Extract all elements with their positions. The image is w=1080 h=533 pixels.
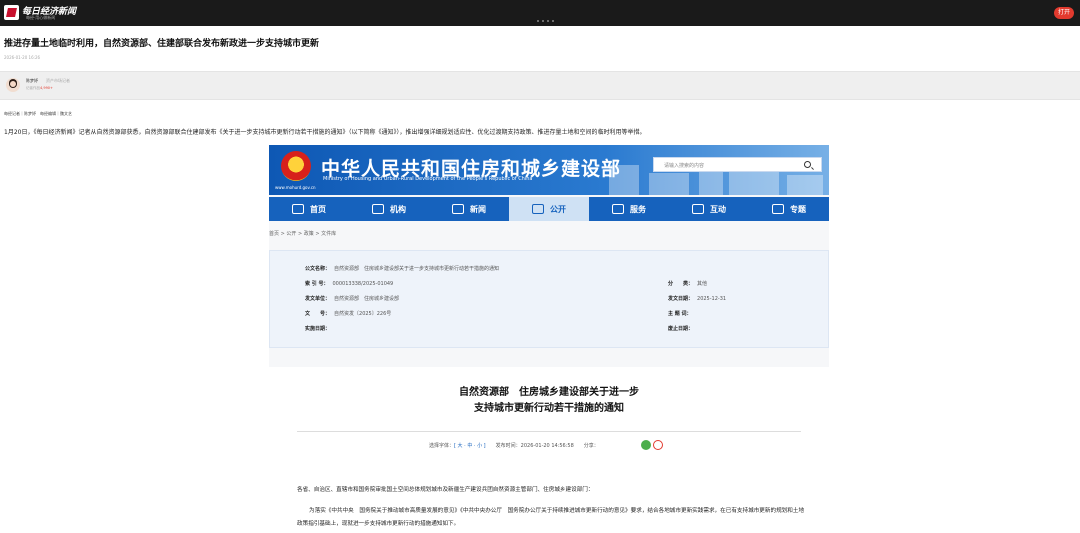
site-title-en: Ministry of Housing and Urban-Rural Deve… bbox=[323, 176, 533, 182]
article-lead: 1月20日，《每日经济新闻》记者从自然资源部获悉，自然资源部联合住建部发布《关于… bbox=[4, 129, 646, 136]
author-avatar[interactable] bbox=[6, 78, 20, 92]
site-url: www.mohurd.gov.cn bbox=[275, 185, 316, 190]
meta-issue-date: 发文日期： 2025-12-31 bbox=[668, 296, 727, 302]
service-icon bbox=[612, 204, 624, 214]
meta-index: 索 引 号： 000013338/2025-01049 bbox=[305, 281, 394, 287]
meta-issuer: 发文单位： 自然资源部 住房城乡建设部 bbox=[305, 296, 400, 302]
document-toolbar: 选择字体：[ 大 · 中 · 小 ] 发布时间：2026-01-20 14:56… bbox=[429, 443, 599, 449]
document-icon bbox=[532, 204, 544, 214]
building-icon bbox=[372, 204, 384, 214]
gov-site-banner: 中华人民共和国住房和城乡建设部 Ministry of Housing and … bbox=[269, 145, 829, 195]
nav-service[interactable]: 服务 bbox=[589, 197, 669, 221]
article-datetime: 2026-01-20 16:26 bbox=[4, 55, 41, 60]
page-indicator bbox=[537, 20, 554, 22]
newspaper-icon bbox=[452, 204, 464, 214]
meta-effective: 实施日期： bbox=[305, 326, 331, 332]
author-stat-count: 4,990+ bbox=[40, 86, 53, 90]
meta-number: 文 号： 自然资发〔2025〕226号 bbox=[305, 311, 392, 317]
author-name[interactable]: 陈梦妤 bbox=[26, 78, 38, 84]
nav-topic[interactable]: 专题 bbox=[749, 197, 829, 221]
article-credits: 每经记者｜陈梦妤 每经编辑｜魏文艺 bbox=[4, 111, 72, 116]
search-icon[interactable] bbox=[804, 161, 811, 168]
open-app-button[interactable]: 打开 bbox=[1054, 7, 1074, 19]
weibo-share-icon[interactable] bbox=[653, 440, 663, 450]
meta-category: 分 类： 其他 bbox=[668, 281, 708, 287]
author-stats: 记者作品4,990+ bbox=[26, 86, 53, 90]
article-title: 推进存量土地临时利用，自然资源部、住建部联合发布新政进一步支持城市更新 bbox=[4, 39, 320, 49]
document-metadata: 公文名称： 自然资源部 住房城乡建设部关于进一步支持城市更新行动若干措施的通知 索… bbox=[269, 250, 829, 348]
nav-home[interactable]: 首页 bbox=[269, 197, 349, 221]
font-size-switch[interactable]: [ 大 · 中 · 小 ] bbox=[454, 443, 486, 449]
document-title: 自然资源部 住房城乡建设部关于进一步 支持城市更新行动若干措施的通知 bbox=[459, 387, 639, 414]
meta-topic: 主 题 词： bbox=[668, 311, 692, 317]
wechat-share-icon[interactable] bbox=[641, 440, 651, 450]
search-placeholder: 请输入搜索的内容 bbox=[664, 163, 705, 169]
site-nav: 首页 机构 新闻 公开 服务 互动 专题 bbox=[269, 197, 829, 221]
star-icon bbox=[772, 204, 784, 214]
brand-logo-icon bbox=[4, 5, 19, 20]
author-bar[interactable]: 陈梦妤 资产市场记者 记者作品4,990+ bbox=[0, 71, 1080, 100]
national-emblem-icon bbox=[281, 151, 311, 181]
publish-time: 2026-01-20 14:56:58 bbox=[520, 443, 574, 449]
nav-interact[interactable]: 互动 bbox=[669, 197, 749, 221]
document-body: 自然资源部 住房城乡建设部关于进一步 支持城市更新行动若干措施的通知 选择字体：… bbox=[269, 367, 829, 533]
meta-expire: 废止日期： bbox=[668, 326, 694, 332]
site-search-box[interactable]: 请输入搜索的内容 bbox=[653, 157, 822, 172]
document-paragraph: 为落实《中共中央 国务院关于推动城市高质量发展的意见》《中共中央办公厅 国务院办… bbox=[297, 508, 805, 527]
nav-public[interactable]: 公开 bbox=[509, 197, 589, 221]
brand-tagline: 每经·用心做新闻 bbox=[26, 15, 56, 20]
app-header: 每日经济新闻 每经·用心做新闻 打开 bbox=[0, 0, 1080, 26]
home-icon bbox=[292, 204, 304, 214]
meta-doc-name: 公文名称： 自然资源部 住房城乡建设部关于进一步支持城市更新行动若干措施的通知 bbox=[305, 266, 500, 272]
breadcrumb[interactable]: 首页 > 公开 > 政策 > 文件库 bbox=[269, 230, 336, 237]
divider bbox=[297, 431, 801, 432]
nav-org[interactable]: 机构 bbox=[349, 197, 429, 221]
people-icon bbox=[692, 204, 704, 214]
document-salutation: 各省、自治区、直辖市和国务院审批国土空间总体规划城市及新疆生产建设兵团自然资源主… bbox=[297, 487, 594, 493]
embedded-screenshot: 中华人民共和国住房和城乡建设部 Ministry of Housing and … bbox=[269, 145, 829, 533]
nav-news[interactable]: 新闻 bbox=[429, 197, 509, 221]
author-role: 资产市场记者 bbox=[46, 78, 70, 83]
